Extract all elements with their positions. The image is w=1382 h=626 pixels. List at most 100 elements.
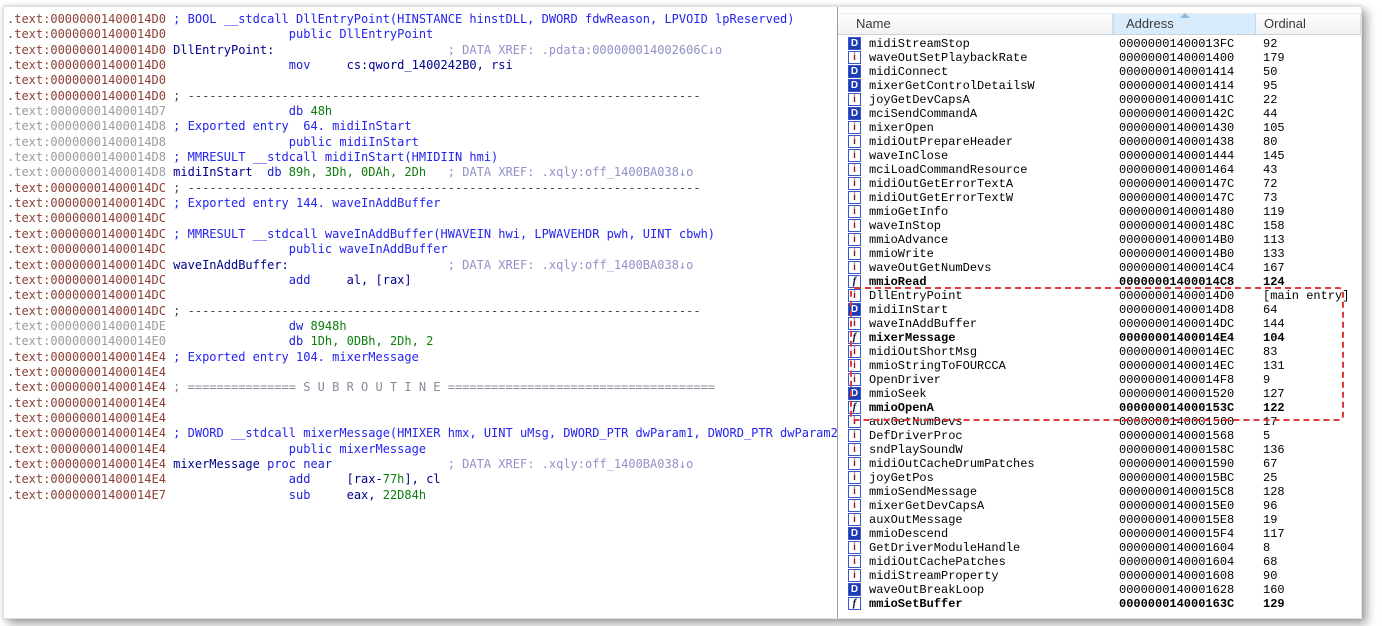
names-row[interactable]: fmmioRead00000001400014C8124 (838, 275, 1361, 289)
disasm-line[interactable]: .text:00000001400014E4 mixerMessage proc… (7, 457, 839, 472)
disasm-line[interactable]: .text:00000001400014D8 ; MMRESULT __stdc… (7, 150, 839, 165)
names-row[interactable]: DmmioDescend00000001400015F4117 (838, 527, 1361, 541)
data-icon: D (848, 583, 861, 596)
disasm-line[interactable]: .text:00000001400014D0 public DllEntryPo… (7, 27, 839, 42)
disasm-line[interactable]: .text:00000001400014DC waveInAddBuffer: … (7, 258, 839, 273)
info-icon: i (848, 373, 861, 386)
names-row[interactable]: iDefDriverProc00000001400015685 (838, 429, 1361, 443)
disasm-line[interactable]: .text:00000001400014D0 mov cs:qword_1400… (7, 58, 839, 73)
names-row[interactable]: ijoyGetDevCapsA000000014000141C22 (838, 93, 1361, 107)
names-row[interactable]: iDllEntryPoint00000001400014D0[main entr… (838, 289, 1361, 303)
names-row[interactable]: imidiOutCacheDrumPatches0000000140001590… (838, 457, 1361, 471)
disasm-line[interactable]: .text:00000001400014E4 (7, 365, 839, 380)
disasm-line[interactable]: .text:00000001400014E0 db 1Dh, 0DBh, 2Dh… (7, 334, 839, 349)
disasm-line[interactable]: .text:00000001400014D0 ; ---------------… (7, 89, 839, 104)
address-cell: 0000000140001414 (1119, 65, 1234, 79)
names-row[interactable]: fmixerMessage00000001400014E4104 (838, 331, 1361, 345)
names-row[interactable]: DmidiInStart00000001400014D864 (838, 303, 1361, 317)
disasm-line[interactable]: .text:00000001400014DC add al, [rax] (7, 273, 839, 288)
names-row[interactable]: iOpenDriver00000001400014F89 (838, 373, 1361, 387)
address-cell: 000000014000163C (1119, 597, 1234, 611)
disasm-line[interactable]: .text:00000001400014DE dw 8948h (7, 319, 839, 334)
disasm-line[interactable]: .text:00000001400014D8 ; Exported entry … (7, 119, 839, 134)
names-row[interactable]: iwaveInAddBuffer00000001400014DC144 (838, 317, 1361, 331)
function-icon: f (848, 597, 861, 610)
names-row[interactable]: imidiOutPrepareHeader000000014000143880 (838, 135, 1361, 149)
disasm-line[interactable]: .text:00000001400014E4 (7, 411, 839, 426)
name-cell: midiInStart (869, 303, 948, 317)
names-row[interactable]: iGetDriverModuleHandle00000001400016048 (838, 541, 1361, 555)
disasm-line[interactable]: .text:00000001400014E4 ; ===============… (7, 380, 839, 395)
names-row[interactable]: DwaveOutBreakLoop0000000140001628160 (838, 583, 1361, 597)
ordinal-cell: 83 (1263, 345, 1277, 359)
disasm-line[interactable]: .text:00000001400014DC (7, 211, 839, 226)
column-header-ordinal[interactable]: Ordinal (1256, 14, 1361, 34)
names-row[interactable]: DmidiStreamStop00000001400013FC92 (838, 37, 1361, 51)
names-row[interactable]: DmciSendCommandA000000014000142C44 (838, 107, 1361, 121)
address-cell: 00000001400014C8 (1119, 275, 1234, 289)
address-prefix: .text:00000001400014DC (7, 288, 166, 302)
names-row[interactable]: immioWrite00000001400014B0133 (838, 247, 1361, 261)
disasm-line[interactable]: .text:00000001400014E7 sub eax, 22D84h (7, 488, 839, 503)
disasm-line[interactable]: .text:00000001400014D0 DllEntryPoint: ; … (7, 43, 839, 58)
names-row[interactable]: iwaveOutGetNumDevs00000001400014C4167 (838, 261, 1361, 275)
address-prefix: .text:00000001400014D8 (7, 119, 166, 133)
disasm-line[interactable]: .text:00000001400014DC ; ---------------… (7, 304, 839, 319)
ordinal-cell: 95 (1263, 79, 1277, 93)
names-row[interactable]: imixerGetDevCapsA00000001400015E096 (838, 499, 1361, 513)
disasm-line[interactable]: .text:00000001400014E4 add [rax-77h], cl (7, 472, 839, 487)
disasm-line[interactable]: .text:00000001400014E4 (7, 396, 839, 411)
disasm-line[interactable]: .text:00000001400014D8 midiInStart db 89… (7, 165, 839, 180)
disasm-line[interactable]: .text:00000001400014E4 public mixerMessa… (7, 442, 839, 457)
disasm-line[interactable]: .text:00000001400014D0 ; BOOL __stdcall … (7, 12, 839, 27)
names-row[interactable]: immioGetInfo0000000140001480119 (838, 205, 1361, 219)
names-row[interactable]: iwaveOutSetPlaybackRate00000001400014001… (838, 51, 1361, 65)
names-row[interactable]: imidiStreamProperty000000014000160890 (838, 569, 1361, 583)
column-header-address[interactable]: Address (1113, 14, 1256, 34)
names-row[interactable]: fmmioOpenA000000014000153C122 (838, 401, 1361, 415)
ordinal-cell: 43 (1263, 163, 1277, 177)
disasm-line[interactable]: .text:00000001400014E4 ; Exported entry … (7, 350, 839, 365)
names-row[interactable]: ijoyGetPos00000001400015BC25 (838, 471, 1361, 485)
disasm-line[interactable]: .text:00000001400014DC ; MMRESULT __stdc… (7, 227, 839, 242)
column-header-name[interactable]: Name (838, 14, 1113, 34)
disasm-line[interactable]: .text:00000001400014D0 (7, 73, 839, 88)
address-cell: 00000001400014D0 (1119, 289, 1234, 303)
names-row[interactable]: imidiOutShortMsg00000001400014EC83 (838, 345, 1361, 359)
names-row[interactable]: fmmioSetBuffer000000014000163C129 (838, 597, 1361, 611)
disasm-line[interactable]: .text:00000001400014E4 ; DWORD __stdcall… (7, 426, 839, 441)
names-row[interactable]: iwaveInStop000000014000148C158 (838, 219, 1361, 233)
address-prefix: .text:00000001400014E4 (7, 472, 166, 486)
names-table-body: DmidiStreamStop00000001400013FC92iwaveOu… (838, 37, 1361, 618)
names-row[interactable]: imidiOutGetErrorTextW000000014000147C73 (838, 191, 1361, 205)
ordinal-cell: 90 (1263, 569, 1277, 583)
names-row[interactable]: iauxGetNumDevs000000014000156017 (838, 415, 1361, 429)
names-row[interactable]: immioSendMessage00000001400015C8128 (838, 485, 1361, 499)
names-row[interactable]: isndPlaySoundW000000014000158C136 (838, 443, 1361, 457)
disasm-line[interactable]: .text:00000001400014DC ; ---------------… (7, 181, 839, 196)
names-row[interactable]: iwaveInClose0000000140001444145 (838, 149, 1361, 163)
ordinal-cell: 68 (1263, 555, 1277, 569)
disasm-line[interactable]: .text:00000001400014D7 db 48h (7, 104, 839, 119)
names-row[interactable]: iauxOutMessage00000001400015E819 (838, 513, 1361, 527)
disassembly-view[interactable]: .text:00000001400014D0 ; BOOL __stdcall … (4, 7, 839, 618)
names-row[interactable]: DmixerGetControlDetailsW0000000140001414… (838, 79, 1361, 93)
names-row[interactable]: DmmioSeek0000000140001520127 (838, 387, 1361, 401)
names-row[interactable]: imidiOutCachePatches000000014000160468 (838, 555, 1361, 569)
names-row[interactable]: immioAdvance00000001400014B0113 (838, 233, 1361, 247)
name-cell: midiOutGetErrorTextW (869, 191, 1013, 205)
address-prefix: .text:00000001400014E4 (7, 411, 166, 425)
names-row[interactable]: immioStringToFOURCCA00000001400014EC131 (838, 359, 1361, 373)
disasm-line[interactable]: .text:00000001400014DC (7, 288, 839, 303)
name-cell: OpenDriver (869, 373, 941, 387)
names-row[interactable]: DmidiConnect000000014000141450 (838, 65, 1361, 79)
ordinal-cell: 128 (1263, 485, 1285, 499)
names-row[interactable]: imixerOpen0000000140001430105 (838, 121, 1361, 135)
disasm-line[interactable]: .text:00000001400014DC public waveInAddB… (7, 242, 839, 257)
names-row[interactable]: imidiOutGetErrorTextA000000014000147C72 (838, 177, 1361, 191)
disasm-line[interactable]: .text:00000001400014DC ; Exported entry … (7, 196, 839, 211)
disasm-line[interactable]: .text:00000001400014D8 public midiInStar… (7, 135, 839, 150)
address-prefix: .text:00000001400014DC (7, 304, 166, 318)
names-row[interactable]: imciLoadCommandResource00000001400014644… (838, 163, 1361, 177)
info-icon: i (848, 135, 861, 148)
